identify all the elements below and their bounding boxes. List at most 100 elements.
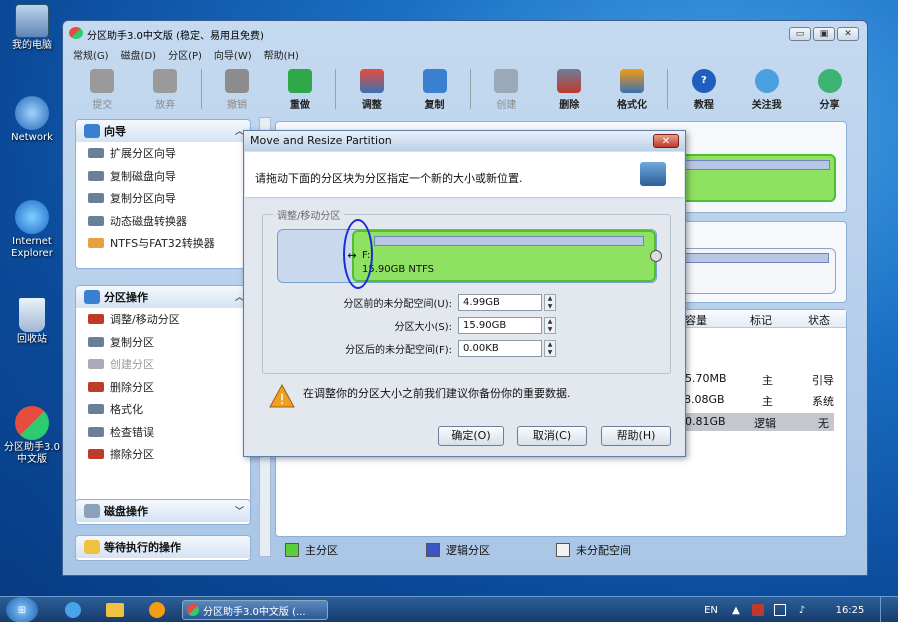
taskbar-app-button[interactable]: 分区助手3.0中文版 (... xyxy=(182,600,328,620)
right-resize-handle[interactable] xyxy=(650,250,662,262)
media-player-taskbar-icon[interactable] xyxy=(146,600,168,620)
sidebar-item-wipe-partition[interactable]: 擦除分区 xyxy=(76,443,250,466)
language-indicator[interactable]: EN xyxy=(700,600,722,620)
resize-disk-icon xyxy=(640,162,666,186)
volume-tray-icon[interactable]: ♪ xyxy=(794,600,810,620)
copy-partition-icon xyxy=(88,193,104,203)
sidebar-item-copy-partition[interactable]: 复制分区 xyxy=(76,331,250,354)
internet-explorer-desktop-icon[interactable]: Internet Explorer xyxy=(4,200,60,260)
partition-resize-bar[interactable]: F: 15.90GB NTFS ↔ xyxy=(277,229,662,283)
taskbar: ⊞ 分区助手3.0中文版 (... EN ▲ ♪ 16:25 xyxy=(0,596,898,622)
column-header-flag[interactable]: 标记 xyxy=(750,312,772,328)
resize-partition-dialog: Move and Resize Partition ✕ 请拖动下面的分区块为分区… xyxy=(243,130,686,457)
delete-button[interactable]: 删除 xyxy=(538,65,601,113)
pending-ops-panel: 等待执行的操作 xyxy=(75,535,251,561)
create-button[interactable]: 创建 xyxy=(475,65,538,113)
sidebar: 向导 ︿ 扩展分区向导 复制磁盘向导 复制分区向导 动态磁盘转换器 NTFS与FA… xyxy=(75,119,251,561)
expand-icon: ﹀ xyxy=(234,507,244,517)
disk2-partition-bar[interactable] xyxy=(668,248,836,294)
menu-help[interactable]: 帮助(H) xyxy=(264,47,299,62)
resize-disk-icon xyxy=(359,69,384,93)
highlight-circle xyxy=(343,219,373,289)
sidebar-item-check-errors[interactable]: 检查错误 xyxy=(76,421,250,444)
ok-button[interactable]: 确定(O) xyxy=(438,426,504,446)
partition-ops-panel: 分区操作 ︿ 调整/移动分区 复制分区 创建分区 删除分区 格式化 检查错误 擦除… xyxy=(75,285,251,507)
format-button[interactable]: 格式化 xyxy=(601,65,664,113)
table-cell: 系统 xyxy=(812,395,834,408)
sidebar-item-copy-disk-wizard[interactable]: 复制磁盘向导 xyxy=(76,165,250,188)
start-button[interactable]: ⊞ xyxy=(6,597,38,622)
partition-ops-header[interactable]: 分区操作 ︿ xyxy=(76,286,250,308)
menu-wizard[interactable]: 向导(W) xyxy=(214,47,252,62)
network-desktop-icon[interactable]: Network xyxy=(4,96,60,144)
after-unallocated-input[interactable]: 0.00KB xyxy=(458,339,542,357)
before-unallocated-stepper[interactable]: ▲ ▼ xyxy=(544,293,556,311)
redo-button[interactable]: 重做 xyxy=(268,65,331,113)
dialog-header: 请拖动下面的分区块为分区指定一个新的大小或新位置. xyxy=(245,152,684,198)
menu-disk[interactable]: 磁盘(D) xyxy=(121,47,157,62)
maximize-button[interactable]: ▣ xyxy=(813,27,835,41)
warning-text: 在调整你的分区大小之前我们建议你备份你的重要数据. xyxy=(303,387,571,400)
recycle-bin-desktop-icon[interactable]: 回收站 xyxy=(4,298,60,346)
before-unallocated-input[interactable]: 4.99GB xyxy=(458,293,542,311)
partition-assistant-desktop-icon[interactable]: 分区助手3.0中文版 xyxy=(4,406,60,466)
sidebar-item-ntfs-fat32-converter[interactable]: NTFS与FAT32转换器 xyxy=(76,232,250,255)
unallocated-swatch xyxy=(556,543,570,557)
table-cell: 主 xyxy=(762,374,773,387)
close-button[interactable]: ✕ xyxy=(837,27,859,41)
ie-taskbar-icon[interactable] xyxy=(62,600,84,620)
format-disk-icon xyxy=(620,69,645,93)
pending-ops-icon xyxy=(84,540,100,554)
sidebar-item-dynamic-disk-converter[interactable]: 动态磁盘转换器 xyxy=(76,210,250,233)
wizard-icon xyxy=(84,124,100,138)
disk-ops-header[interactable]: 磁盘操作 ﹀ xyxy=(76,500,250,522)
after-unallocated-label: 分区后的未分配空间(F): xyxy=(345,344,452,356)
redo-arrow-icon xyxy=(287,69,312,93)
dialog-close-button[interactable]: ✕ xyxy=(653,134,679,148)
disk1-partition-bar[interactable] xyxy=(668,154,836,202)
apply-button[interactable]: 提交 xyxy=(71,65,134,113)
partition-size-stepper[interactable]: ▲ ▼ xyxy=(544,316,556,334)
follow-button[interactable]: 关注我 xyxy=(735,65,798,113)
network-icon xyxy=(15,96,49,130)
help-button[interactable]: 帮助(H) xyxy=(601,426,671,446)
column-header-status[interactable]: 状态 xyxy=(808,312,830,328)
logical-swatch xyxy=(426,543,440,557)
folder-taskbar-icon[interactable] xyxy=(104,600,126,620)
menu-bar: 常规(G) 磁盘(D) 分区(P) 向导(W) 帮助(H) xyxy=(73,47,299,62)
action-center-icon[interactable] xyxy=(750,600,766,620)
after-unallocated-stepper[interactable]: ▲ ▼ xyxy=(544,339,556,357)
help-question-icon: ? xyxy=(691,69,716,93)
menu-partition[interactable]: 分区(P) xyxy=(168,47,202,62)
tray-expand-icon[interactable]: ▲ xyxy=(730,600,742,620)
resize-button[interactable]: 调整 xyxy=(340,65,403,113)
pending-ops-header[interactable]: 等待执行的操作 xyxy=(76,536,250,558)
partition-info: 15.90GB NTFS xyxy=(362,264,434,275)
extend-icon xyxy=(88,148,104,158)
menu-general[interactable]: 常规(G) xyxy=(73,47,109,62)
x-mark-icon xyxy=(153,69,178,93)
partition-size-input[interactable]: 15.90GB xyxy=(458,316,542,334)
sidebar-item-copy-partition-wizard[interactable]: 复制分区向导 xyxy=(76,187,250,210)
sidebar-item-format[interactable]: 格式化 xyxy=(76,398,250,421)
show-desktop-button[interactable] xyxy=(880,597,894,622)
delete-disk-icon xyxy=(557,69,582,93)
partition-assistant-icon xyxy=(15,406,49,440)
sidebar-item-resize-move[interactable]: 调整/移动分区 xyxy=(76,308,250,331)
network-tray-icon[interactable] xyxy=(772,600,788,620)
undo-button[interactable]: 撤销 xyxy=(206,65,269,113)
sidebar-item-create-partition[interactable]: 创建分区 xyxy=(76,353,250,376)
minimize-button[interactable]: ▭ xyxy=(789,27,811,41)
sidebar-item-delete-partition[interactable]: 删除分区 xyxy=(76,376,250,399)
computer-desktop-icon[interactable]: 我的电脑 xyxy=(4,4,60,52)
partition-block[interactable]: F: 15.90GB NTFS xyxy=(352,230,662,282)
tutorial-button[interactable]: ? 教程 xyxy=(672,65,735,113)
clock[interactable]: 16:25 xyxy=(832,600,868,620)
sidebar-item-extend-wizard[interactable]: 扩展分区向导 xyxy=(76,142,250,165)
copy-button[interactable]: 复制 xyxy=(403,65,466,113)
dynamic-disk-icon xyxy=(88,215,104,226)
cancel-button[interactable]: 取消(C) xyxy=(517,426,587,446)
wizard-panel-header[interactable]: 向导 ︿ xyxy=(76,120,250,142)
discard-button[interactable]: 放弃 xyxy=(134,65,197,113)
share-button[interactable]: 分享 xyxy=(798,65,861,113)
